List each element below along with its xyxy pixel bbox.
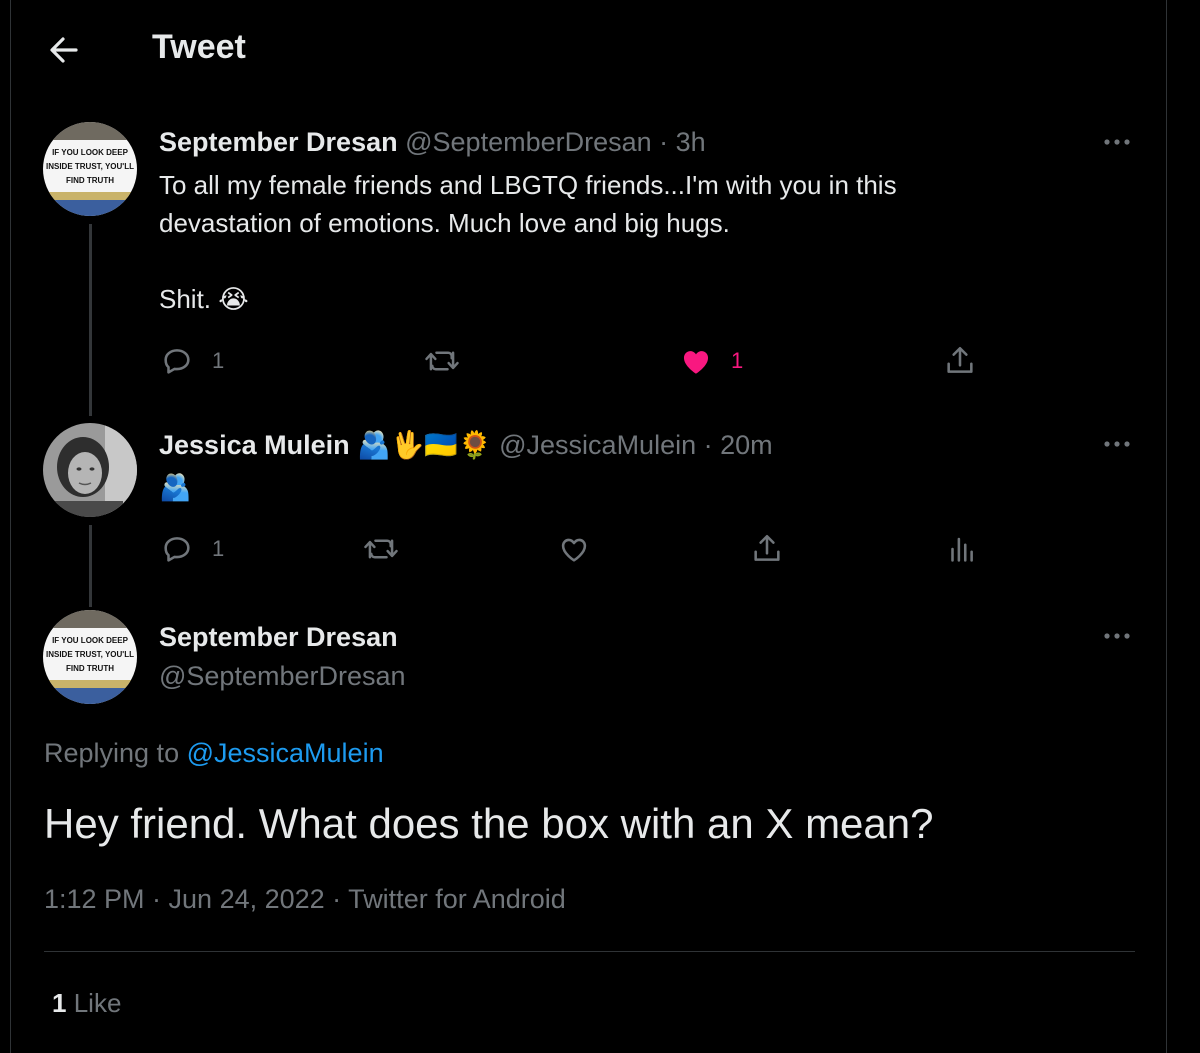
tweet-text: 🫂 — [159, 472, 192, 502]
reply-button[interactable]: 1 — [160, 532, 224, 566]
share-button[interactable] — [943, 344, 977, 378]
display-name[interactable]: September Dresan — [159, 622, 398, 653]
heart-filled-icon — [683, 351, 709, 374]
like-total: 1 — [52, 988, 67, 1018]
tweet-text-line: devastation of emotions. Much love and b… — [159, 208, 730, 238]
avatar-image: IF YOU LOOK DEEP INSIDE TRUST, YOU'LL FI… — [43, 610, 137, 704]
tweet-timestamp[interactable]: 1:12 PM · Jun 24, 2022 · Twitter for And… — [44, 884, 566, 915]
share-icon — [947, 346, 973, 373]
thread-line — [89, 525, 92, 607]
more-icon — [1104, 139, 1130, 145]
reply-count: 1 — [212, 536, 225, 561]
more-options-button[interactable] — [1101, 434, 1141, 454]
right-column-border — [1166, 0, 1167, 1053]
likes-count-link[interactable]: 1 Like — [52, 988, 121, 1019]
handle[interactable]: @SeptemberDresan — [405, 127, 652, 157]
display-name-text: September Dresan — [159, 622, 398, 652]
svg-text:FIND TRUTH: FIND TRUTH — [66, 176, 114, 185]
handle[interactable]: @SeptemberDresan — [159, 661, 406, 692]
avatar-image: IF YOU LOOK DEEP INSIDE TRUST, YOU'LL FI… — [43, 122, 137, 216]
svg-text:FIND TRUTH: FIND TRUTH — [66, 664, 114, 673]
svg-text:INSIDE TRUST, YOU'LL: INSIDE TRUST, YOU'LL — [46, 650, 134, 659]
more-icon — [1104, 633, 1130, 639]
main-tweet-text: Hey friend. What does the box with an X … — [44, 800, 934, 847]
header: Tweet — [0, 0, 1166, 96]
like-label: Like — [73, 988, 122, 1018]
like-count: 1 — [731, 348, 744, 373]
replying-prefix: Replying to — [44, 738, 180, 768]
timestamp[interactable]: · 20m — [704, 430, 773, 460]
retweet-icon — [425, 351, 459, 371]
heart-outline-icon — [561, 538, 587, 562]
avatar[interactable] — [43, 423, 137, 517]
analytics-icon — [951, 537, 973, 562]
svg-text:IF YOU LOOK DEEP: IF YOU LOOK DEEP — [52, 148, 129, 157]
avatar-image — [43, 423, 137, 517]
retweet-button[interactable] — [424, 344, 460, 378]
timestamp[interactable]: · 3h — [659, 127, 706, 157]
replying-to: Replying to @JessicaMulein — [44, 738, 384, 769]
display-name[interactable]: September Dresan — [159, 127, 398, 157]
reply-button[interactable]: 1 — [160, 344, 224, 378]
reply-icon — [164, 349, 190, 374]
reply-count: 1 — [212, 348, 225, 373]
name-emoji: 🫂🖖🇺🇦🌻 — [357, 430, 492, 460]
back-button[interactable] — [44, 30, 84, 70]
analytics-button[interactable] — [944, 532, 978, 566]
reply-icon — [164, 537, 190, 562]
svg-text:INSIDE TRUST, YOU'LL: INSIDE TRUST, YOU'LL — [46, 162, 134, 171]
svg-text:IF YOU LOOK DEEP: IF YOU LOOK DEEP — [52, 636, 129, 645]
more-icon — [1104, 441, 1130, 447]
replying-to-link[interactable]: @JessicaMulein — [187, 738, 384, 768]
like-button[interactable] — [557, 532, 591, 566]
divider — [44, 951, 1135, 952]
display-name[interactable]: Jessica Mulein — [159, 430, 350, 460]
left-column-border — [10, 0, 11, 1053]
more-options-button[interactable] — [1101, 626, 1141, 646]
handle[interactable]: @JessicaMulein — [499, 430, 696, 460]
share-button[interactable] — [750, 532, 784, 566]
retweet-icon — [364, 539, 398, 559]
arrow-left-icon — [50, 37, 78, 63]
tweet-text-line: To all my female friends and LBGTQ frien… — [159, 170, 897, 200]
more-options-button[interactable] — [1101, 132, 1141, 152]
share-icon — [754, 534, 780, 561]
like-button[interactable]: 1 — [679, 344, 743, 378]
page-title: Tweet — [152, 28, 246, 66]
thread-line — [89, 224, 92, 416]
tweet-text: To all my female friends and LBGTQ frien… — [159, 166, 897, 318]
tweet-text-line: Shit. 😭 — [159, 284, 249, 314]
retweet-button[interactable] — [363, 532, 399, 566]
avatar[interactable]: IF YOU LOOK DEEP INSIDE TRUST, YOU'LL FI… — [43, 122, 137, 216]
tweet-header: Jessica Mulein 🫂🖖🇺🇦🌻 @JessicaMulein · 20… — [159, 429, 773, 461]
tweet-header: September Dresan @SeptemberDresan · 3h — [159, 127, 706, 158]
avatar[interactable]: IF YOU LOOK DEEP INSIDE TRUST, YOU'LL FI… — [43, 610, 137, 704]
